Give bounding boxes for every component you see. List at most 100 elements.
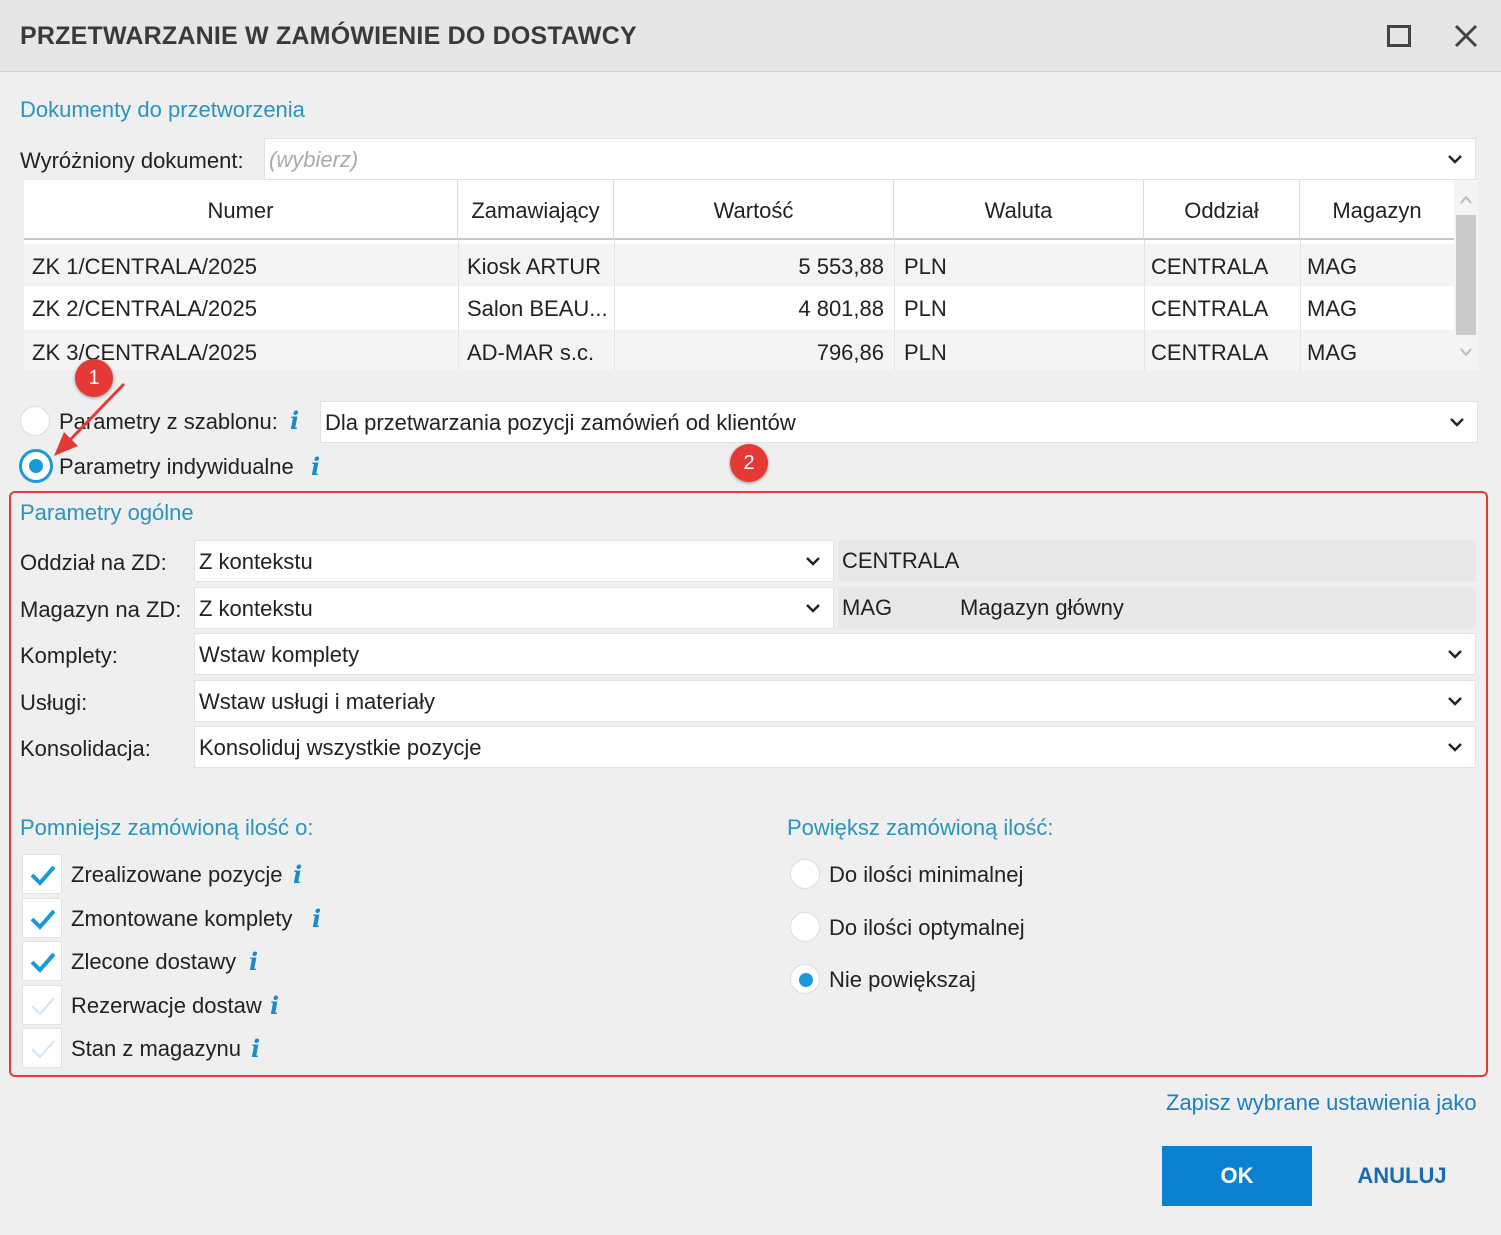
title-bar: PRZETWARZANIE W ZAMÓWIENIE DO DOSTAWCY [0, 0, 1501, 72]
warehouse-code: MAG [842, 595, 893, 620]
table-row[interactable]: ZK 1/CENTRALA/2025 Kiosk ARTUR 5 553,88 … [24, 244, 1454, 286]
completed-items-label: Zrealizowane pozycje [71, 862, 283, 887]
cell-numer: ZK 2/CENTRALA/2025 [32, 296, 257, 321]
info-icon[interactable]: i [251, 1034, 260, 1063]
warehouse-readonly: MAG Magazyn główny [838, 587, 1476, 629]
scroll-down-icon[interactable] [1458, 344, 1474, 360]
info-icon[interactable]: i [311, 452, 320, 481]
maximize-button[interactable] [1381, 18, 1417, 54]
table-row[interactable]: ZK 2/CENTRALA/2025 Salon BEAU... 4 801,8… [24, 286, 1454, 328]
template-select-value: Dla przetwarzania pozycji zamówień od kl… [325, 410, 796, 435]
column-header-wartosc[interactable]: Wartość [614, 180, 894, 240]
completed-items-checkbox[interactable] [22, 854, 62, 894]
services-select[interactable]: Wstaw usługi i materiały [194, 680, 1476, 722]
services-select-value: Wstaw usługi i materiały [199, 689, 435, 714]
assembled-sets-checkbox[interactable] [22, 898, 62, 938]
annotation-badge-2: 2 [730, 444, 768, 482]
chevron-down-icon [1448, 697, 1462, 706]
ok-button[interactable]: OK [1162, 1146, 1312, 1206]
consolidation-select-value: Konsoliduj wszystkie pozycje [199, 735, 482, 760]
cancel-button[interactable]: ANULUJ [1340, 1146, 1464, 1206]
branch-label: Oddział na ZD: [20, 550, 167, 575]
scrollbar-thumb[interactable] [1456, 215, 1476, 335]
window-title: PRZETWARZANIE W ZAMÓWIENIE DO DOSTAWCY [20, 22, 637, 50]
column-divider [458, 240, 459, 370]
no-increase-label: Nie powiększaj [829, 967, 976, 992]
chevron-down-icon [1450, 418, 1464, 427]
save-settings-link[interactable]: Zapisz wybrane ustawienia jako [1166, 1090, 1477, 1116]
info-icon[interactable]: i [293, 860, 302, 889]
scroll-up-icon[interactable] [1458, 192, 1474, 208]
highlighted-document-select[interactable]: (wybierz) [264, 138, 1476, 180]
column-divider [894, 240, 895, 370]
consolidation-select[interactable]: Konsoliduj wszystkie pozycje [194, 726, 1476, 768]
documents-table: Numer Zamawiający Wartość Waluta Oddział… [24, 180, 1454, 370]
delivery-reservations-label: Rezerwacje dostaw [71, 993, 262, 1018]
sets-label: Komplety: [20, 643, 118, 668]
cell-magazyn: MAG [1307, 254, 1358, 279]
services-label: Usługi: [20, 690, 88, 715]
cell-oddzial: CENTRALA [1151, 340, 1269, 365]
table-row[interactable]: ZK 3/CENTRALA/2025 AD-MAR s.c. 796,86 PL… [24, 330, 1454, 370]
sets-select[interactable]: Wstaw komplety [194, 633, 1476, 675]
chevron-down-icon [1448, 743, 1462, 752]
column-header-zamawiajacy[interactable]: Zamawiający [458, 180, 614, 240]
cell-wartosc: 796,86 [816, 340, 884, 365]
general-section-title: Parametry ogólne [20, 500, 194, 525]
close-icon [1454, 24, 1478, 48]
maximize-icon [1387, 25, 1411, 47]
cell-waluta: PLN [904, 296, 947, 321]
cell-numer: ZK 1/CENTRALA/2025 [32, 254, 257, 279]
cell-numer: ZK 3/CENTRALA/2025 [32, 340, 257, 365]
highlighted-document-placeholder: (wybierz) [269, 147, 359, 172]
chevron-down-icon [806, 604, 820, 613]
cell-magazyn: MAG [1307, 340, 1358, 365]
column-header-numer[interactable]: Numer [24, 180, 458, 240]
column-divider [1144, 240, 1145, 370]
branch-select[interactable]: Z kontekstu [194, 540, 834, 582]
branch-readonly: CENTRALA [838, 540, 1476, 582]
no-increase-radio[interactable] [790, 964, 820, 994]
checkmark-icon [30, 865, 56, 886]
column-header-magazyn[interactable]: Magazyn [1300, 180, 1454, 240]
warehouse-select[interactable]: Z kontekstu [194, 587, 834, 629]
ordered-deliveries-label: Zlecone dostawy [71, 949, 237, 974]
warehouse-stock-checkbox[interactable] [22, 1028, 62, 1068]
cell-waluta: PLN [904, 254, 947, 279]
info-icon[interactable]: i [270, 991, 279, 1020]
optimal-quantity-radio[interactable] [790, 912, 820, 942]
cell-magazyn: MAG [1307, 296, 1358, 321]
info-icon[interactable]: i [290, 406, 299, 435]
column-header-oddzial[interactable]: Oddział [1144, 180, 1300, 240]
info-icon[interactable]: i [312, 904, 321, 933]
column-divider [614, 240, 615, 370]
checkmark-icon [30, 952, 56, 973]
cell-zamawiajacy: Salon BEAU... [467, 296, 608, 321]
column-header-waluta[interactable]: Waluta [894, 180, 1144, 240]
template-select[interactable]: Dla przetwarzania pozycji zamówień od kl… [320, 401, 1478, 443]
delivery-reservations-checkbox[interactable] [22, 985, 62, 1025]
cell-waluta: PLN [904, 340, 947, 365]
checkmark-icon [30, 909, 56, 930]
warehouse-label: Magazyn na ZD: [20, 597, 182, 622]
warehouse-name: Magazyn główny [960, 595, 1124, 620]
ordered-deliveries-checkbox[interactable] [22, 941, 62, 981]
info-icon[interactable]: i [249, 947, 258, 976]
close-button[interactable] [1448, 18, 1484, 54]
table-scrollbar[interactable] [1454, 180, 1478, 370]
consolidation-label: Konsolidacja: [20, 736, 151, 761]
branch-readonly-value: CENTRALA [842, 548, 960, 573]
warehouse-stock-label: Stan z magazynu [71, 1036, 241, 1061]
cell-zamawiajacy: AD-MAR s.c. [467, 340, 595, 365]
highlighted-document-label: Wyróżniony dokument: [20, 148, 244, 173]
min-quantity-radio[interactable] [790, 859, 820, 889]
min-quantity-label: Do ilości minimalnej [829, 862, 1024, 887]
cell-zamawiajacy: Kiosk ARTUR [467, 254, 602, 279]
column-divider [1300, 240, 1301, 370]
chevron-down-icon [1448, 155, 1462, 164]
cell-wartosc: 5 553,88 [798, 254, 884, 279]
checkmark-icon [31, 1040, 55, 1059]
cell-wartosc: 4 801,88 [798, 296, 884, 321]
reduce-section-title: Pomniejsz zamówioną ilość o: [20, 815, 314, 840]
chevron-down-icon [1448, 650, 1462, 659]
